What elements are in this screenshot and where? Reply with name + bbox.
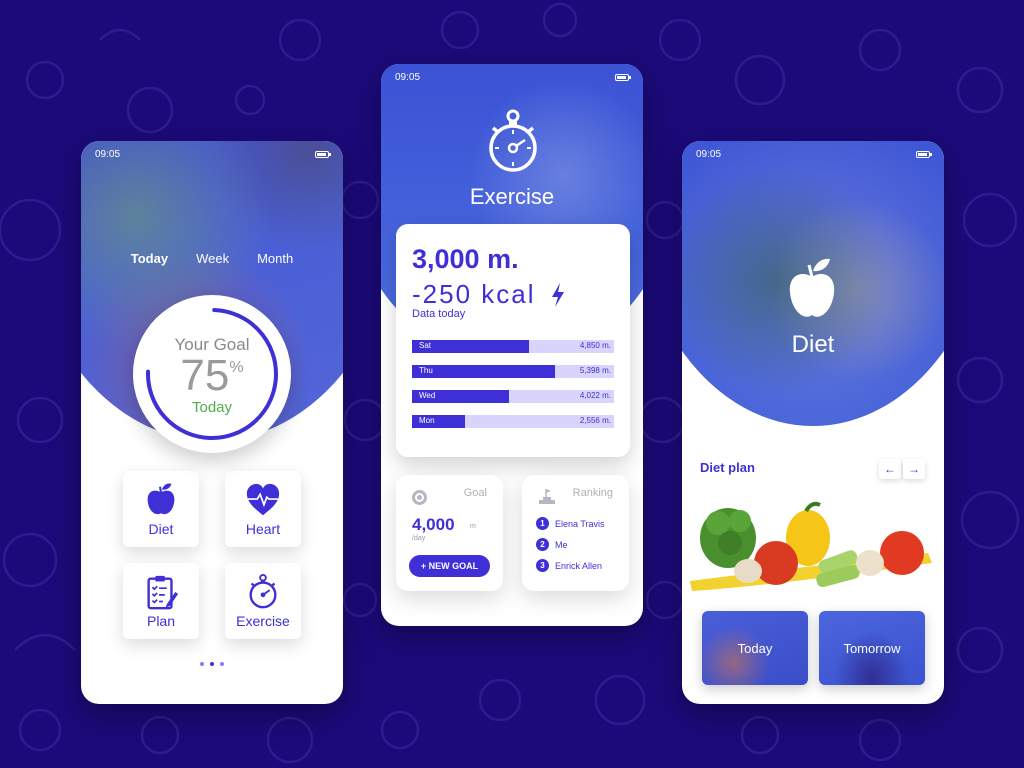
next-arrow-button[interactable]: → xyxy=(903,459,925,479)
rank-name: Elena Travis xyxy=(555,518,605,529)
ranking-list: 1 Elena Travis 2 Me 3 Enrick Allen xyxy=(536,513,605,576)
page-dot[interactable] xyxy=(220,662,224,666)
bar-value-label: 2,556 m. xyxy=(579,416,611,425)
battery-icon xyxy=(615,73,631,81)
bar-day-label: Thu xyxy=(419,366,433,375)
page-dot-active[interactable] xyxy=(210,662,214,666)
page-dot[interactable] xyxy=(200,662,204,666)
bar-value-label: 5,398 m. xyxy=(579,366,611,375)
period-tabs: Today Week Month xyxy=(81,251,343,266)
rank-badge: 3 xyxy=(536,559,549,572)
new-goal-button[interactable]: + NEW GOAL xyxy=(409,555,490,577)
phone-screen-diet: 09:05 Diet Diet plan ← → Today Tomorrow xyxy=(682,141,944,704)
stopwatch-icon xyxy=(489,109,537,172)
today-plan-card[interactable]: Today xyxy=(702,611,808,685)
status-bar: 09:05 xyxy=(395,70,631,84)
tile-diet[interactable]: Diet xyxy=(123,471,199,547)
tab-week[interactable]: Week xyxy=(196,251,229,266)
bar-day-label: Mon xyxy=(419,416,435,425)
status-bar: 09:05 xyxy=(95,147,331,161)
bar-row-mon: Mon 2,556 m. xyxy=(412,415,614,428)
goal-card: Goal 4,000 m /day + NEW GOAL xyxy=(396,475,503,591)
tile-label: Heart xyxy=(245,521,281,537)
ranking-card: Ranking 1 Elena Travis 2 Me 3 Enrick All… xyxy=(522,475,629,591)
ranking-item[interactable]: 2 Me xyxy=(536,534,605,555)
clipboard-icon xyxy=(147,575,179,610)
lightning-icon xyxy=(551,282,564,307)
apple-icon xyxy=(147,483,175,515)
screen-title: Diet xyxy=(791,331,835,358)
goal-percent: 75% xyxy=(180,351,244,400)
status-bar: 09:05 xyxy=(696,147,932,161)
bar-value-label: 4,850 m. xyxy=(579,341,611,350)
tomorrow-plan-card[interactable]: Tomorrow xyxy=(819,611,925,685)
phone-screen-exercise: 09:05 Exercise 3,000 m. -250 kcal Data t… xyxy=(381,64,643,626)
tab-month[interactable]: Month xyxy=(257,251,293,266)
tile-exercise[interactable]: Exercise xyxy=(225,563,301,639)
bar-row-thu: Thu 5,398 m. xyxy=(412,365,614,378)
tile-label: Plan xyxy=(146,613,176,629)
goal-card-title: Goal xyxy=(463,487,487,499)
card-label: Tomorrow xyxy=(843,640,901,656)
tile-label: Exercise xyxy=(236,613,290,629)
prev-arrow-button[interactable]: ← xyxy=(879,459,901,479)
rank-badge: 2 xyxy=(536,538,549,551)
feature-tiles: Diet Heart Plan Exercise xyxy=(123,471,301,639)
ranking-item[interactable]: 3 Enrick Allen xyxy=(536,555,605,576)
goal-progress-ring: Your Goal 75% Today xyxy=(133,295,291,453)
tile-heart[interactable]: Heart xyxy=(225,471,301,547)
screen-title: Exercise xyxy=(469,184,555,209)
goal-period: Today xyxy=(191,399,233,416)
daily-distance-bars: Sat 4,850 m. Thu 5,398 m. Wed 4,022 m. Mon 2,55… xyxy=(412,340,614,428)
apple-icon xyxy=(789,258,835,317)
phone-screen-goal: 09:05 Today Week Month Your Goal 75% Tod… xyxy=(81,141,343,704)
goal-daily-value: 4,000 xyxy=(412,515,455,534)
bar-row-sat: Sat 4,850 m. xyxy=(412,340,614,353)
bar-row-wed: Wed 4,022 m. xyxy=(412,390,614,403)
carousel-controls: ← → xyxy=(879,459,925,479)
card-label: Today xyxy=(737,640,773,656)
distance-value: 3,000 m. xyxy=(412,244,519,274)
page-indicator xyxy=(81,662,343,666)
goal-per-day: /day xyxy=(412,535,426,542)
activity-stats-card: 3,000 m. -250 kcal Data today Sat 4,850 m… xyxy=(396,224,630,457)
bar-value-label: 4,022 m. xyxy=(579,391,611,400)
status-time: 09:05 xyxy=(395,71,421,83)
kcal-value: -250 kcal xyxy=(412,279,536,309)
podium-flag-icon xyxy=(539,489,555,504)
diet-plan-heading: Diet plan xyxy=(700,460,755,475)
vegetables-illustration xyxy=(690,501,932,591)
status-time: 09:05 xyxy=(95,148,121,160)
rank-name: Me xyxy=(555,539,568,550)
status-time: 09:05 xyxy=(696,148,722,160)
kcal-row: -250 kcal xyxy=(412,279,614,310)
stopwatch-icon xyxy=(249,573,277,609)
rank-badge: 1 xyxy=(536,517,549,530)
ranking-item[interactable]: 1 Elena Travis xyxy=(536,513,605,534)
battery-icon xyxy=(315,150,331,158)
tile-label: Diet xyxy=(148,521,174,537)
tile-plan[interactable]: Plan xyxy=(123,563,199,639)
bar-day-label: Wed xyxy=(419,391,436,400)
bar-day-label: Sat xyxy=(419,341,432,350)
tab-today[interactable]: Today xyxy=(131,251,168,266)
heart-pulse-icon xyxy=(246,483,280,516)
bar-fill xyxy=(412,365,556,378)
battery-icon xyxy=(916,150,932,158)
goal-unit: m xyxy=(470,523,476,530)
target-icon xyxy=(412,490,427,505)
rank-name: Enrick Allen xyxy=(555,560,603,571)
ranking-card-title: Ranking xyxy=(572,487,613,499)
